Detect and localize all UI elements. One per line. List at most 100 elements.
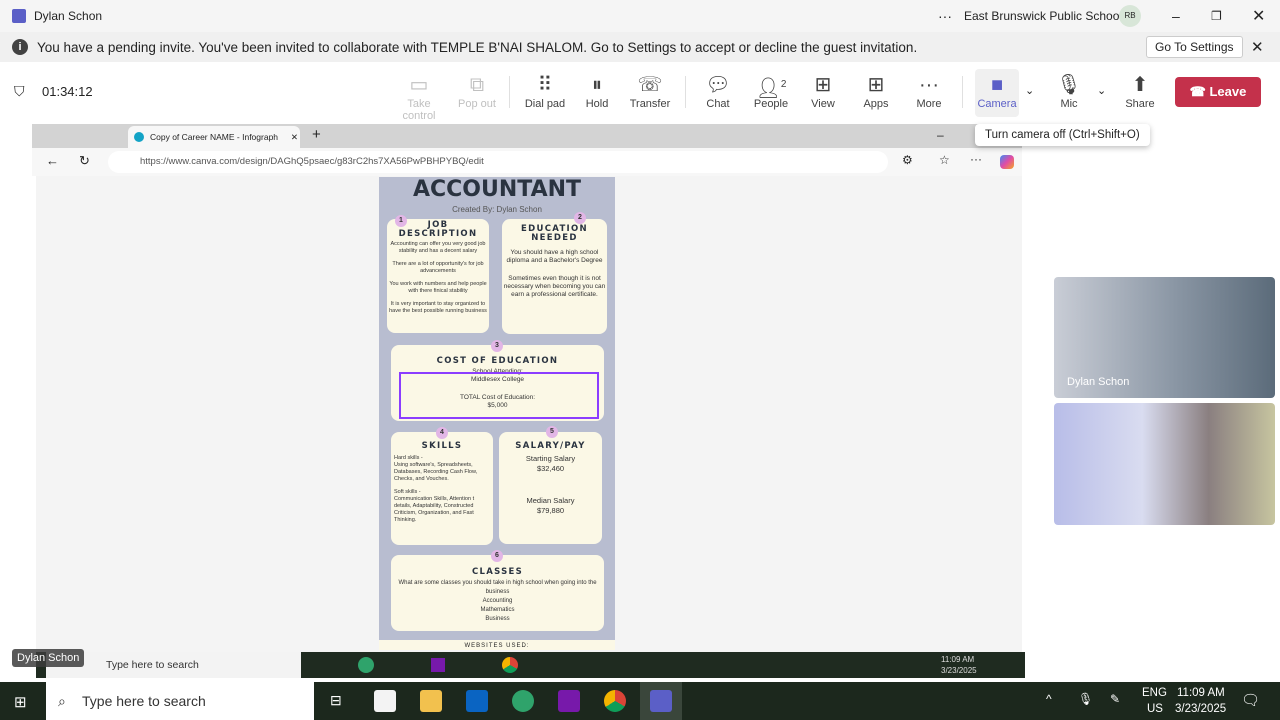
leave-button[interactable]: ☎ Leave — [1175, 77, 1261, 107]
dial-pad-button[interactable]: ⠿ Dial pad — [517, 72, 573, 110]
store-icon[interactable] — [374, 690, 396, 712]
dismiss-icon[interactable]: ✕ — [1251, 38, 1264, 56]
start-icon[interactable]: ⊞ — [14, 693, 27, 711]
card-text: Soft skills - — [394, 489, 421, 495]
people-button[interactable]: 👤︎2 People — [743, 72, 799, 110]
section-number: 4 — [436, 427, 448, 439]
search-text: Type here to search — [82, 693, 206, 709]
card-title: SALARY/PAY — [515, 441, 586, 451]
presenter-name-label: Dylan Schon — [12, 649, 85, 667]
avatar[interactable]: RB — [1119, 5, 1141, 27]
file-explorer-icon[interactable] — [420, 690, 442, 712]
card-text: Using software's, Spreadsheets, Database… — [394, 462, 478, 482]
onenote-icon[interactable] — [558, 690, 580, 712]
minimize-icon[interactable]: – — [937, 128, 944, 142]
more-button[interactable]: ··· More — [901, 72, 957, 110]
section-number: 5 — [546, 426, 558, 438]
camera-button[interactable]: ■ Camera — [975, 69, 1019, 117]
extensions-icon[interactable]: ⚙ — [902, 153, 913, 167]
selection-box[interactable] — [399, 372, 599, 419]
video-tile-dylan[interactable]: Dylan Schon — [1054, 277, 1275, 398]
more-icon[interactable]: ··· — [938, 8, 952, 24]
apps-button[interactable]: ⊞ Apps — [848, 72, 904, 110]
lang-2[interactable]: US — [1147, 703, 1163, 715]
close-tab-icon[interactable]: ✕ — [291, 126, 298, 148]
browser-tab[interactable]: Copy of Career NAME - Infograph ✕ — [128, 126, 300, 148]
salary-card: SALARY/PAY Starting Salary $32,460 Media… — [499, 432, 602, 544]
label: Hold — [585, 98, 609, 110]
transfer-icon: ☏ — [637, 74, 663, 96]
tab-title: Copy of Career NAME - Infograph — [150, 132, 279, 142]
clock-date[interactable]: 3/23/2025 — [1175, 703, 1226, 715]
remote-taskbar: Type here to search 11:09 AM 3/23/2025 — [36, 652, 1025, 678]
people-count: 2 — [780, 79, 787, 90]
window-title: Dylan Schon — [34, 9, 103, 23]
card-title: SKILLS — [421, 441, 463, 451]
mic-button[interactable]: 🎙︎ Mic — [1041, 72, 1097, 110]
label: Pop out — [458, 98, 496, 110]
label: Leave — [1209, 84, 1247, 99]
pen-icon[interactable]: ✎ — [1110, 692, 1120, 706]
info-icon: i — [12, 39, 28, 55]
lang-1[interactable]: ENG — [1142, 687, 1167, 699]
people-icon: 👤︎2 — [755, 77, 787, 100]
view-button[interactable]: ⊞ View — [795, 72, 851, 110]
dial-pad-icon: ⠿ — [537, 74, 553, 96]
hold-button[interactable]: ⏸ Hold — [569, 72, 625, 110]
remote-search: Type here to search — [46, 652, 301, 678]
card-text: Mathematics — [480, 607, 515, 613]
chrome-icon[interactable] — [604, 690, 626, 712]
notifications-icon[interactable]: 🗨︎ — [1241, 691, 1260, 709]
infographic[interactable]: ACCOUNTANT Created By: Dylan Schon JOB D… — [379, 177, 615, 650]
show-hidden-icons[interactable]: ^ — [1046, 692, 1052, 706]
classes-card: CLASSES What are some classes you should… — [391, 555, 604, 631]
video-tile-participant[interactable] — [1054, 403, 1275, 525]
url-input[interactable]: https://www.canva.com/design/DAGhQ5psaec… — [108, 151, 888, 173]
label: View — [811, 98, 835, 110]
go-to-settings-button[interactable]: Go To Settings — [1146, 36, 1243, 58]
card-text: Accounting — [482, 598, 513, 604]
hang-up-icon: ☎ — [1189, 84, 1210, 99]
remote-date: 3/23/2025 — [941, 666, 977, 675]
copilot-icon[interactable] — [1000, 155, 1014, 169]
skills-card: SKILLS Hard skills - Using software's, S… — [391, 432, 493, 545]
search-text: Type here to search — [106, 659, 199, 671]
take-control-button[interactable]: ▭ Take control — [390, 72, 448, 122]
taskbar-search-input[interactable]: ⌕ Type here to search — [46, 682, 314, 720]
back-icon[interactable]: ← — [46, 153, 59, 168]
clock-time[interactable]: 11:09 AM — [1177, 687, 1225, 699]
card-text: Starting Salary — [525, 454, 576, 463]
call-toolbar: ⛉ 01:34:12 ▭ Take control ⧉ Pop out ⠿ Dial … — [0, 62, 1280, 122]
close-button[interactable]: ✕ — [1252, 6, 1265, 26]
section-number: 1 — [395, 215, 407, 227]
pop-out-button[interactable]: ⧉ Pop out — [449, 72, 505, 110]
teams-taskbar-button[interactable] — [640, 682, 682, 720]
favorites-icon[interactable]: ☆ — [939, 153, 950, 167]
new-tab-button[interactable]: + — [312, 126, 321, 143]
mic-options-chevron-icon[interactable]: ⌄ — [1097, 84, 1106, 97]
label: Share — [1125, 98, 1155, 110]
label: Chat — [706, 98, 730, 110]
card-text: Business — [485, 616, 510, 622]
view-icon: ⊞ — [814, 74, 832, 96]
menu-icon[interactable]: ··· — [970, 152, 982, 166]
camera-options-chevron-icon[interactable]: ⌄ — [1025, 84, 1034, 97]
search-icon: ⌕ — [58, 693, 66, 709]
edge-icon[interactable] — [512, 690, 534, 712]
share-button[interactable]: ⬆ Share — [1112, 72, 1168, 110]
card-text: You work with numbers and help people wi… — [389, 281, 487, 294]
task-view-icon[interactable]: ⊟ — [330, 692, 342, 709]
restore-button[interactable]: ❐ — [1211, 9, 1222, 23]
label: Dial pad — [524, 98, 566, 110]
divider — [962, 76, 963, 108]
transfer-button[interactable]: ☏ Transfer — [622, 72, 678, 110]
section-number: 2 — [574, 212, 586, 224]
label: Mic — [1060, 98, 1078, 110]
minimize-button[interactable]: – — [1172, 8, 1180, 24]
refresh-icon[interactable]: ↻ — [79, 153, 90, 169]
call-timer: 01:34:12 — [42, 84, 93, 99]
camera-icon: ■ — [990, 74, 1004, 96]
outlook-icon[interactable] — [466, 690, 488, 712]
chat-button[interactable]: 💬︎ Chat — [690, 72, 746, 110]
remote-edge-icon — [358, 657, 374, 673]
